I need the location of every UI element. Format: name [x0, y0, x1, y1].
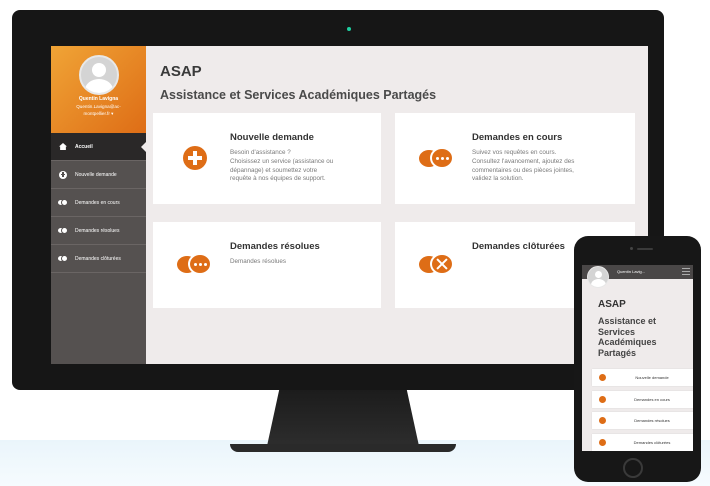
card-title: Demandes clôturées	[472, 241, 565, 252]
mobile-user-name[interactable]: Quentin Lavig...	[617, 269, 645, 274]
page-title: ASAP	[160, 63, 202, 80]
mobile-page-title: ASAP	[598, 299, 626, 310]
plus-circle-icon	[58, 170, 68, 179]
phone-camera	[630, 247, 633, 250]
chat-bubbles-closed-icon	[58, 254, 68, 263]
sidebar-item-accueil[interactable]: Accueil	[51, 133, 147, 161]
sidebar-menu: Accueil Nouvelle demande Demandes en cou…	[51, 133, 147, 273]
avatar	[79, 55, 119, 95]
chat-bubbles-closed-icon	[419, 253, 455, 277]
sidebar-item-label: Demandes résolues	[75, 227, 120, 234]
user-profile[interactable]: Quentin Lavigna Quentin.Lavigna@ac- mont…	[51, 46, 146, 133]
sidebar-item-label: Accueil	[75, 143, 93, 150]
sidebar: Quentin Lavigna Quentin.Lavigna@ac- mont…	[51, 46, 147, 364]
card-description: Demandes résolues	[230, 258, 287, 265]
mobile-screen: Quentin Lavig... ASAP Assistance et Serv…	[582, 265, 693, 451]
hamburger-menu-icon[interactable]	[682, 268, 690, 276]
mobile-item-label: Demandes clôturées	[633, 439, 671, 445]
mobile-item-label: Demandes en cours	[634, 396, 670, 402]
card-nouvelle-demande[interactable]: Nouvelle demande Besoin d'assistance ? C…	[153, 113, 381, 204]
sidebar-item-nouvelle-demande[interactable]: Nouvelle demande	[51, 161, 146, 189]
desktop-screen: Quentin Lavigna Quentin.Lavigna@ac- mont…	[51, 46, 648, 364]
chat-bubbles-icon	[599, 395, 606, 403]
mobile-phone: Quentin Lavig... ASAP Assistance et Serv…	[574, 236, 701, 482]
card-description: Suivez vos requêtes en cours. Consultez …	[472, 149, 575, 183]
chat-bubbles-icon	[419, 147, 455, 171]
chat-bubbles-closed-icon	[599, 438, 606, 446]
sidebar-item-label: Demandes en cours	[75, 199, 120, 206]
sidebar-item-label: Demandes clôturées	[75, 255, 121, 262]
mobile-item-label: Nouvelle demande	[635, 375, 669, 380]
chat-bubbles-icon	[177, 253, 213, 277]
mobile-page-subtitle: Assistance et Services Académiques Parta…	[598, 316, 657, 358]
card-demandes-resolues[interactable]: Demandes résolues Demandes résolues	[153, 222, 381, 308]
user-email[interactable]: Quentin.Lavigna@ac- montpellier.fr ▾	[51, 103, 146, 117]
webcam-indicator	[347, 27, 351, 31]
card-title: Nouvelle demande	[230, 132, 314, 143]
mobile-item-demandes-resolues[interactable]: Demandes résolues	[592, 412, 693, 429]
card-demandes-en-cours[interactable]: Demandes en cours Suivez vos requêtes en…	[395, 113, 635, 204]
sidebar-item-demandes-cloturees[interactable]: Demandes clôturées	[51, 245, 146, 273]
card-title: Demandes résolues	[230, 241, 320, 252]
mobile-item-nouvelle-demande[interactable]: Nouvelle demande	[592, 369, 693, 386]
chat-bubbles-icon	[599, 417, 606, 424]
card-description: Besoin d'assistance ? Choisissez un serv…	[230, 149, 334, 183]
chat-bubbles-icon	[58, 226, 68, 235]
mobile-menu: Nouvelle demande Demandes en cours Deman…	[592, 369, 693, 451]
mobile-item-demandes-en-cours[interactable]: Demandes en cours	[592, 390, 693, 408]
card-title: Demandes en cours	[472, 132, 563, 143]
chat-bubbles-icon	[58, 198, 68, 207]
avatar	[587, 266, 609, 288]
page-subtitle: Assistance et Services Académiques Parta…	[160, 88, 437, 102]
user-name: Quentin Lavigna	[78, 96, 119, 102]
sidebar-item-demandes-resolues[interactable]: Demandes résolues	[51, 217, 146, 245]
sidebar-item-demandes-en-cours[interactable]: Demandes en cours	[51, 189, 146, 217]
phone-speaker	[637, 248, 653, 250]
monitor-stand-base	[230, 444, 456, 452]
monitor-stand-neck	[267, 390, 419, 446]
sidebar-item-label: Nouvelle demande	[75, 171, 117, 178]
mobile-item-demandes-cloturees[interactable]: Demandes clôturées	[592, 433, 693, 451]
home-icon	[58, 142, 68, 151]
plus-circle-icon	[183, 146, 207, 170]
desktop-monitor: Quentin Lavigna Quentin.Lavigna@ac- mont…	[12, 10, 664, 390]
mobile-item-label: Demandes résolues	[634, 418, 670, 423]
plus-circle-icon	[599, 374, 606, 381]
phone-home-button[interactable]	[623, 458, 643, 478]
